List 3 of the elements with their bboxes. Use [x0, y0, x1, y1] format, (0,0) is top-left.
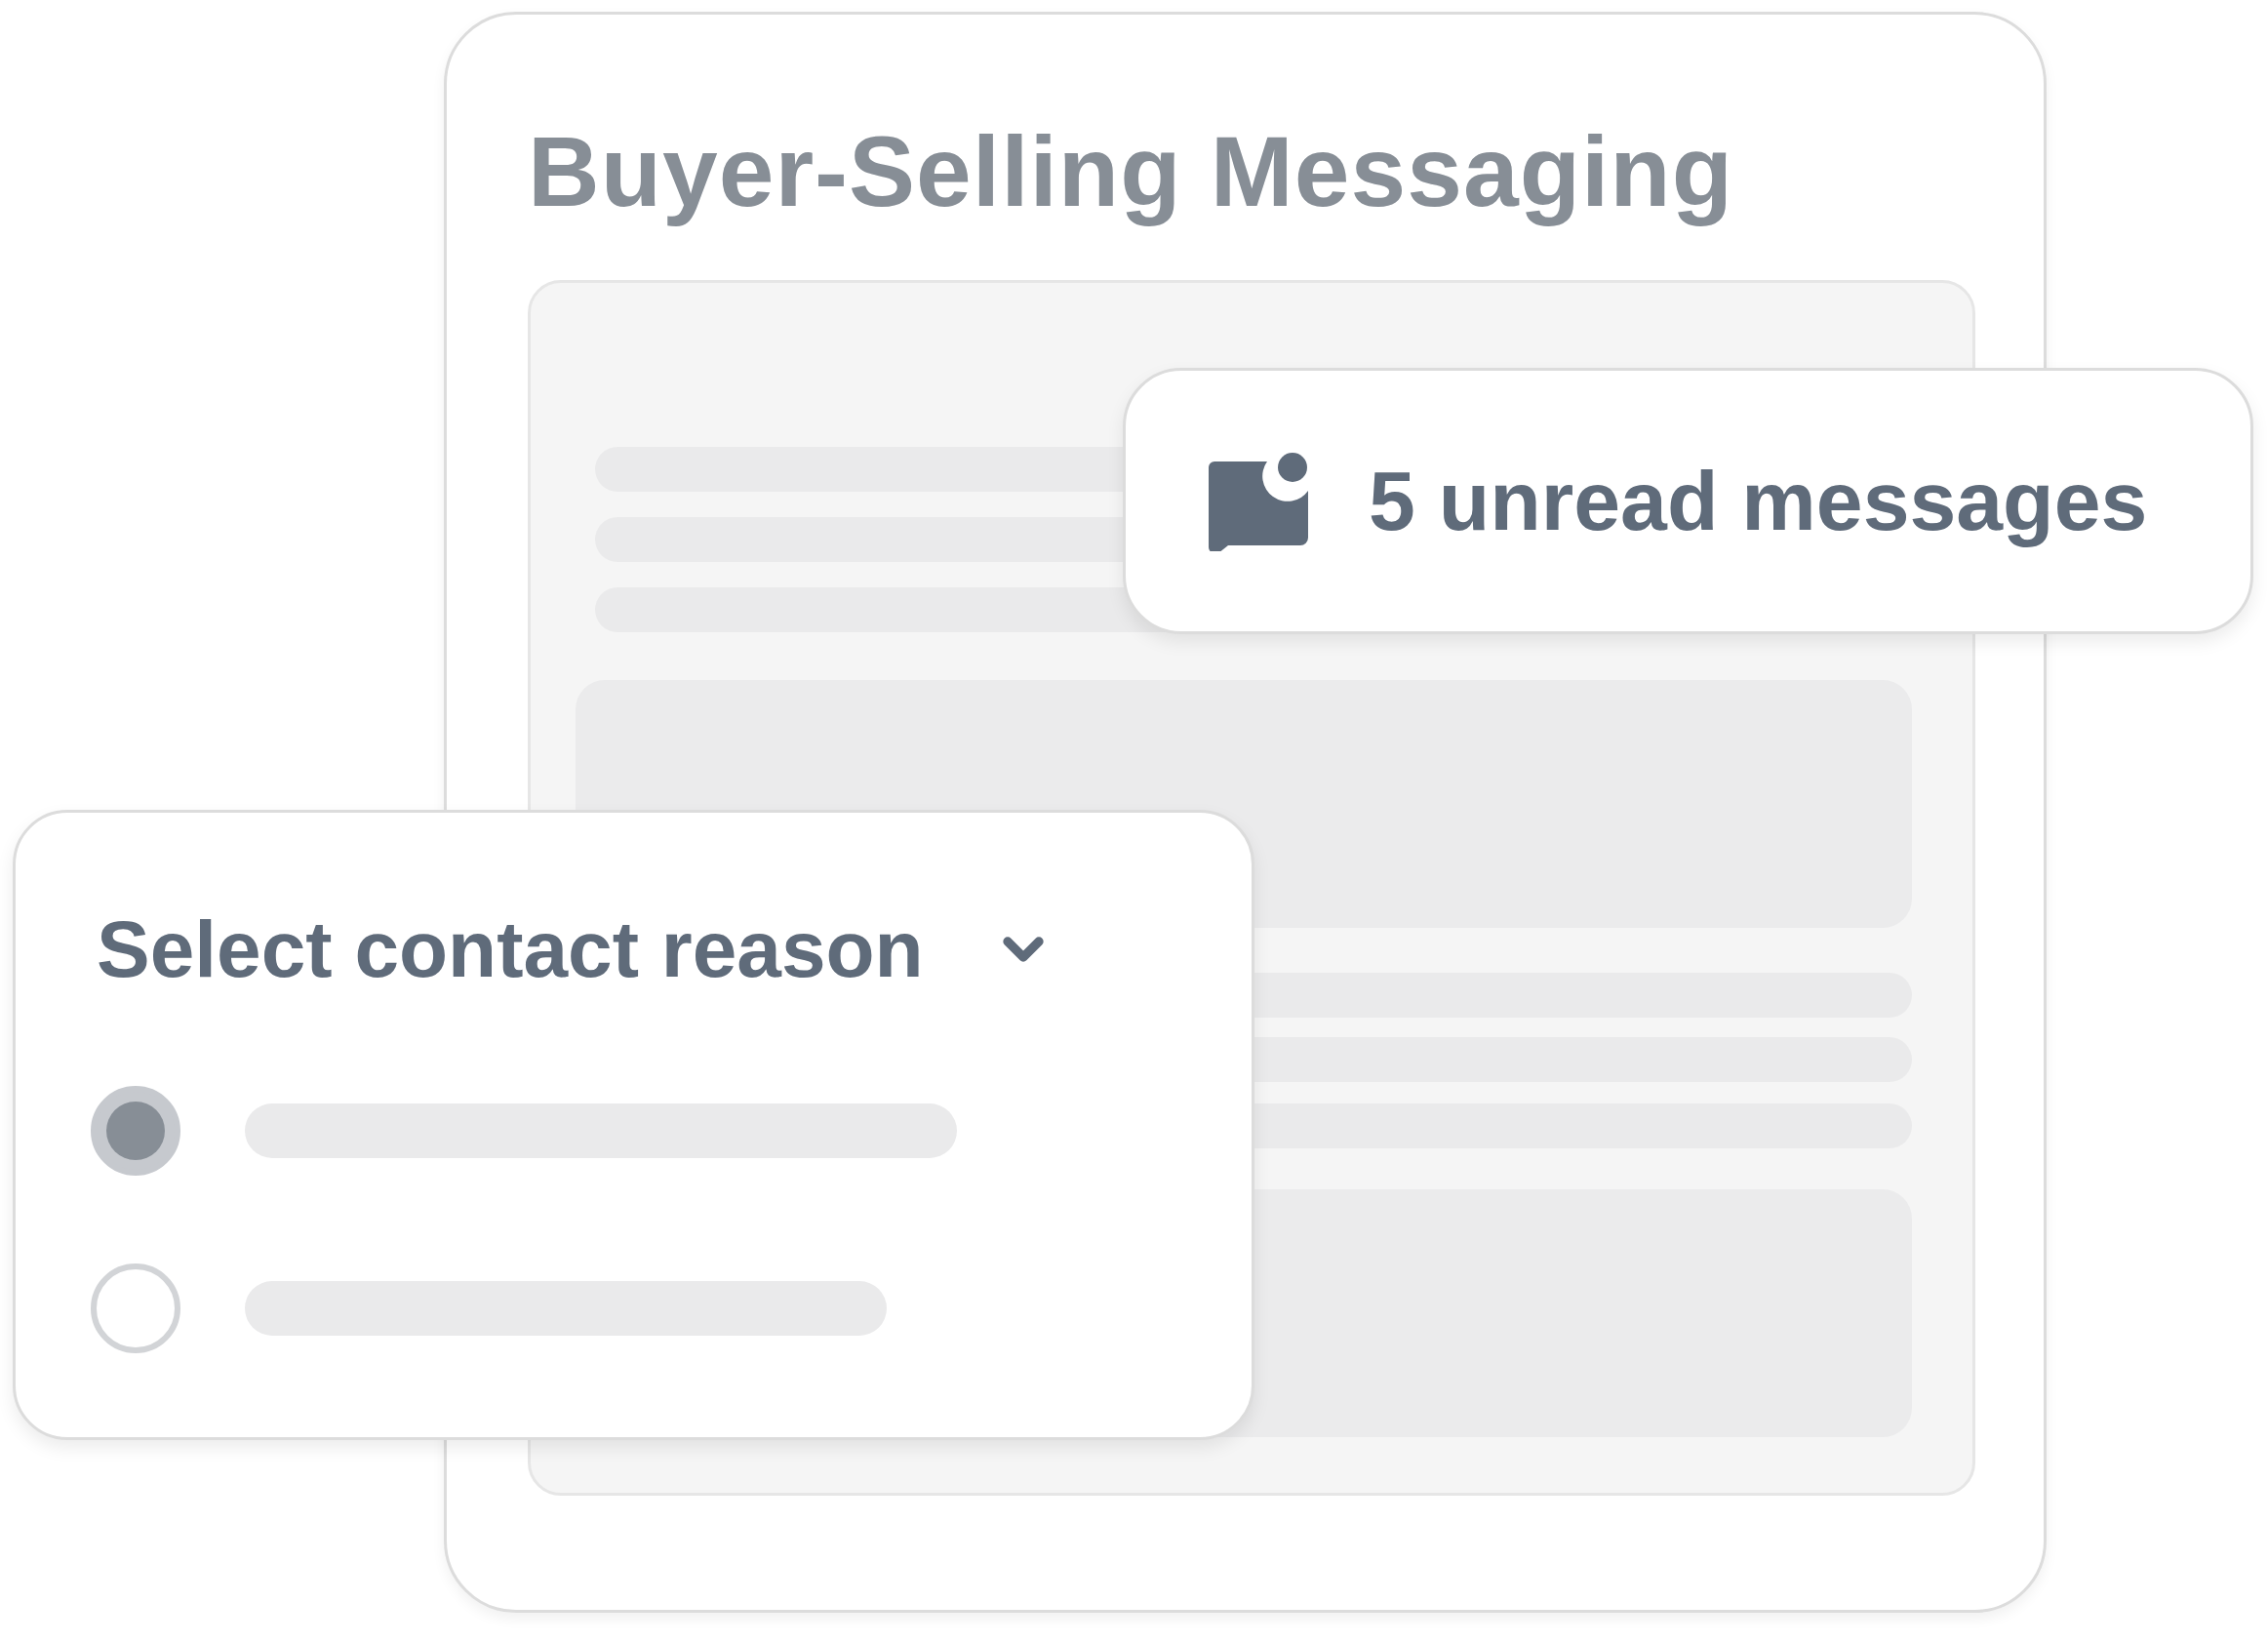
notification-text: 5 unread messages — [1369, 453, 2148, 549]
dropdown-label: Select contact reason — [97, 903, 924, 995]
page-title: Buyer-Selling Messaging — [528, 115, 1734, 229]
